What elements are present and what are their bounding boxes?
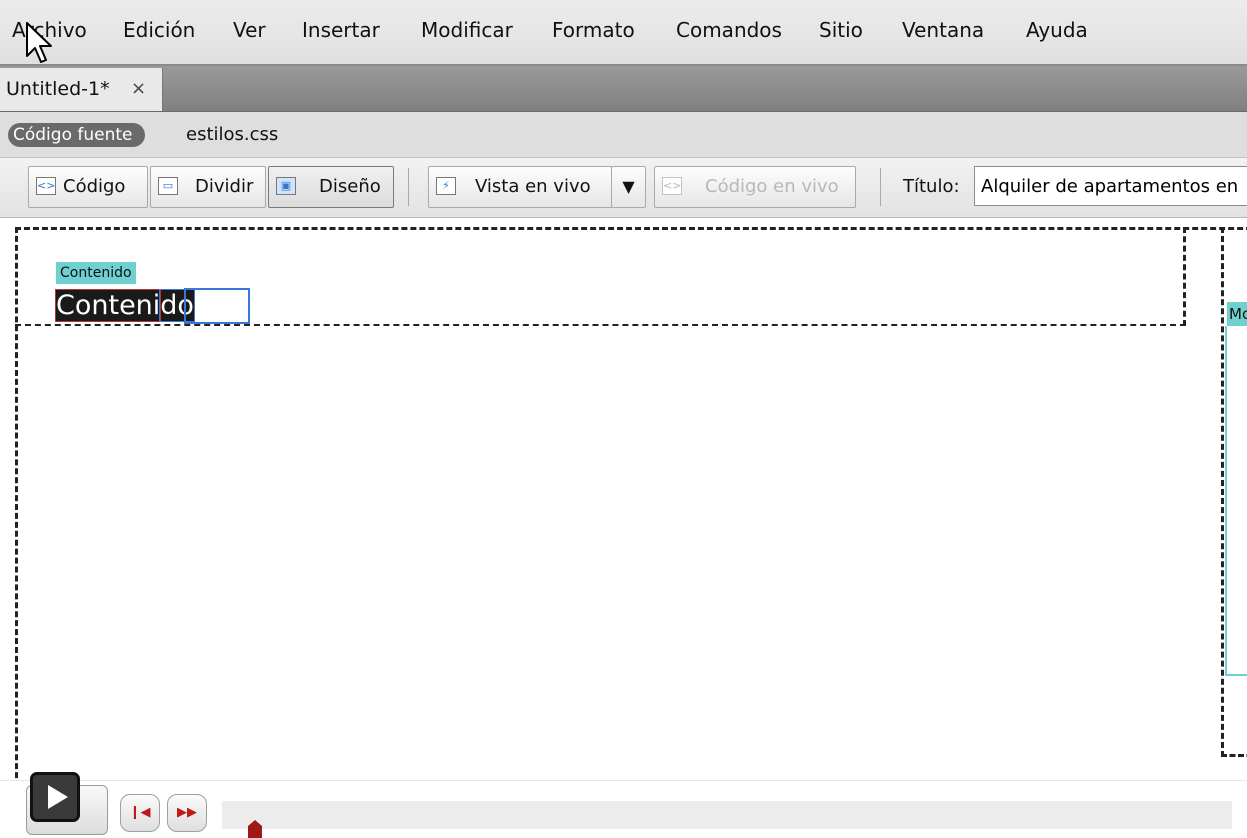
- design-view-label: Diseño: [319, 176, 381, 197]
- code-icon: <>: [36, 177, 56, 195]
- live-view-button[interactable]: ⚡ Vista en vivo: [428, 166, 612, 208]
- menu-sitio[interactable]: Sitio: [819, 18, 863, 42]
- menu-edicion[interactable]: Edición: [123, 18, 195, 42]
- toolbar-separator: [408, 168, 409, 206]
- menu-formato[interactable]: Formato: [552, 18, 635, 42]
- menu-ventana[interactable]: Ventana: [902, 18, 984, 42]
- text-cursor-box: [184, 288, 250, 324]
- menu-ayuda[interactable]: Ayuda: [1026, 18, 1088, 42]
- split-icon: ▭: [158, 177, 178, 195]
- mouse-pointer-icon: [26, 22, 52, 63]
- related-file-css[interactable]: estilos.css: [186, 124, 278, 146]
- toolbar-separator: [880, 168, 881, 206]
- menu-insertar[interactable]: Insertar: [302, 18, 380, 42]
- related-files-bar: Código fuente estilos.css: [0, 112, 1247, 158]
- editable-region-text[interactable]: Contenido: [54, 288, 195, 324]
- live-code-icon: <>: [662, 177, 682, 195]
- playhead-marker[interactable]: [248, 820, 262, 838]
- live-code-label: Código en vivo: [705, 176, 839, 197]
- menu-modificar[interactable]: Modificar: [421, 18, 513, 42]
- play-icon[interactable]: [30, 772, 80, 822]
- editable-region-tag[interactable]: Contenido: [56, 262, 136, 284]
- timeline-track[interactable]: [222, 801, 1232, 829]
- document-tab-bar: Untitled-1* ×: [0, 66, 1247, 112]
- side-region-tag[interactable]: Mo: [1227, 302, 1247, 326]
- close-icon[interactable]: ×: [131, 79, 146, 99]
- selected-text: Conteni: [54, 289, 162, 322]
- design-view-button[interactable]: ▣ Diseño: [268, 166, 394, 208]
- split-view-label: Dividir: [195, 176, 254, 197]
- code-view-button[interactable]: <> Código: [28, 166, 148, 208]
- skip-back-icon: ❙◀: [129, 805, 151, 820]
- fast-forward-button[interactable]: ▶▶: [167, 794, 207, 832]
- code-view-label: Código: [63, 176, 126, 197]
- fast-forward-icon: ▶▶: [177, 805, 197, 820]
- live-view-dropdown[interactable]: ▼: [611, 166, 646, 208]
- document-tab-label: Untitled-1*: [6, 78, 110, 100]
- chevron-down-icon: ▼: [622, 177, 635, 196]
- side-region-outline: [1225, 326, 1247, 676]
- lightning-icon: ⚡: [436, 177, 456, 195]
- title-input[interactable]: [974, 166, 1247, 206]
- design-icon: ▣: [276, 177, 296, 195]
- live-view-label: Vista en vivo: [475, 176, 591, 197]
- live-code-button[interactable]: <> Código en vivo: [654, 166, 856, 208]
- menu-ver[interactable]: Ver: [233, 18, 266, 42]
- design-view[interactable]: Contenido Contenido Mo: [0, 218, 1247, 780]
- document-tab[interactable]: Untitled-1* ×: [0, 68, 163, 111]
- title-label: Título:: [903, 176, 960, 197]
- split-view-button[interactable]: ▭ Dividir: [150, 166, 266, 208]
- menu-bar: Archivo Edición Ver Insertar Modificar F…: [0, 0, 1247, 66]
- source-code-button[interactable]: Código fuente: [8, 123, 145, 147]
- playback-bar: ❙◀ ▶▶: [0, 780, 1247, 838]
- rewind-button[interactable]: ❙◀: [120, 794, 160, 832]
- menu-comandos[interactable]: Comandos: [676, 18, 782, 42]
